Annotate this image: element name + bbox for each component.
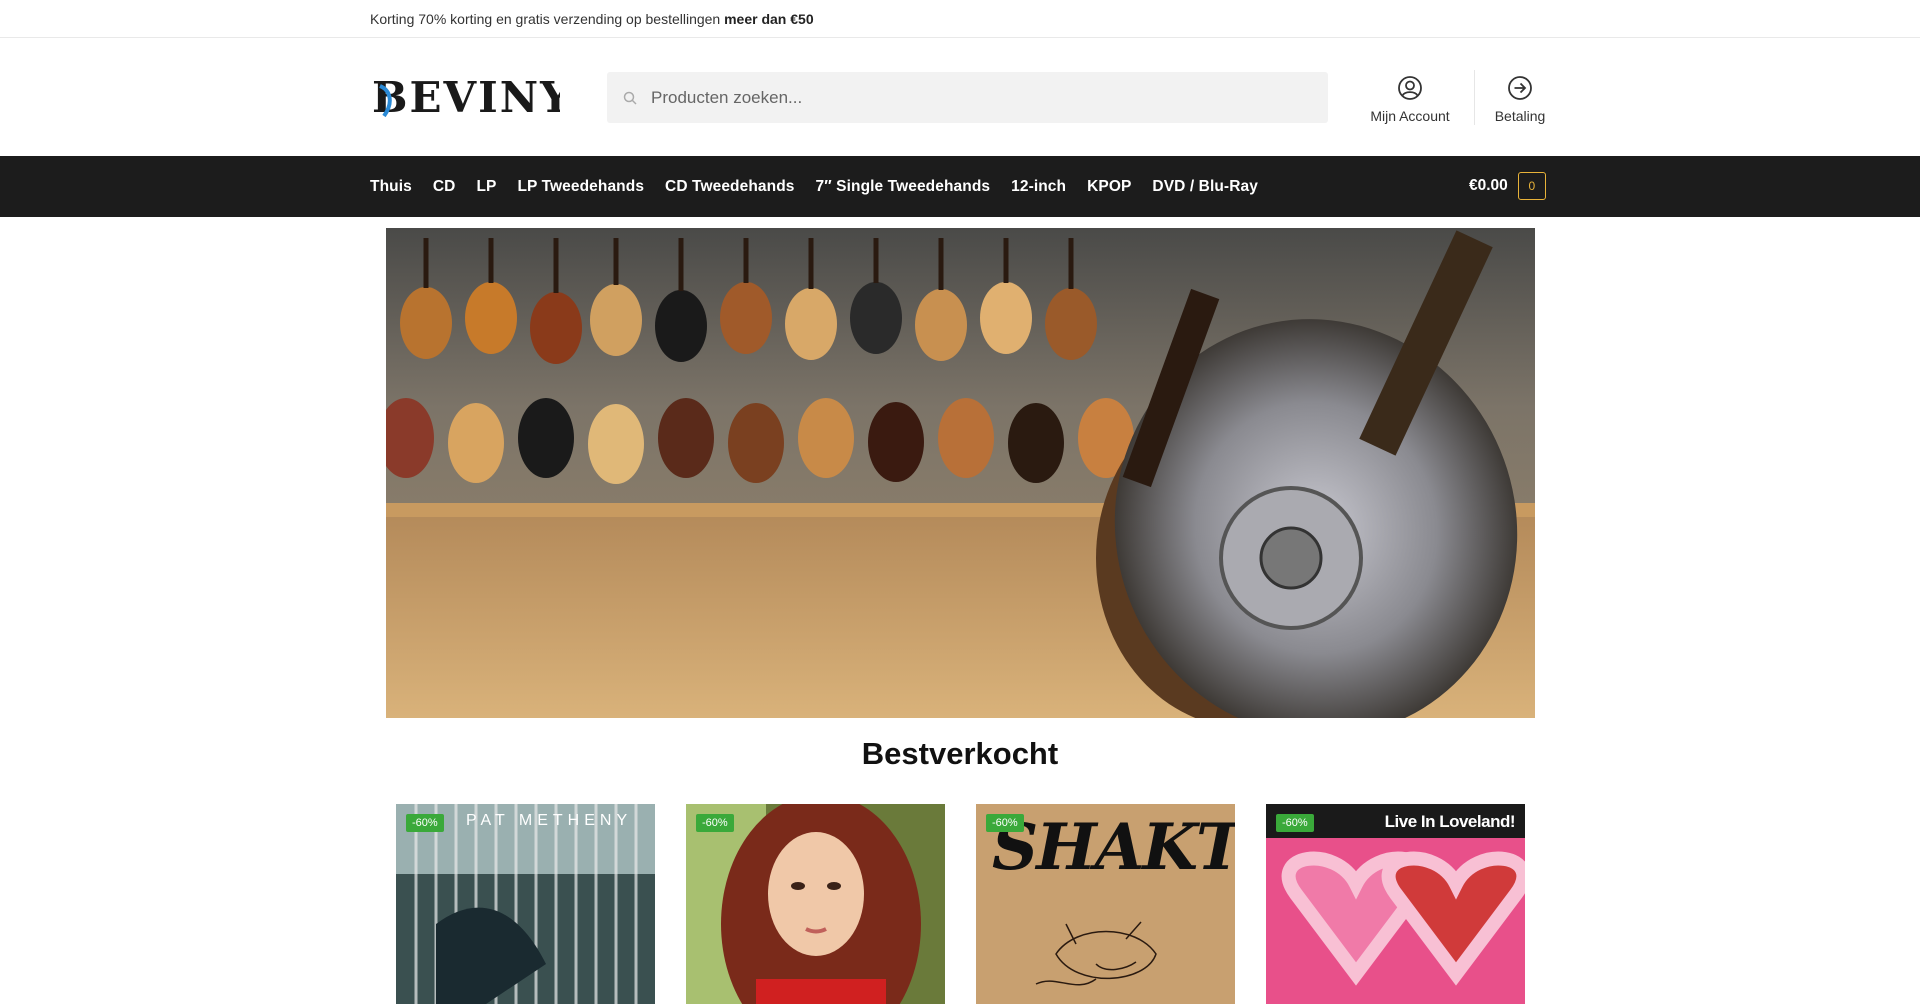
cover-title: Live In Loveland! [1384, 812, 1516, 831]
sale-badge: -60% [696, 814, 734, 832]
promo-bold: meer dan €50 [724, 10, 814, 27]
arrow-right-circle-icon [1508, 76, 1532, 100]
cover-title: SHAKTI [992, 810, 1235, 885]
product-card[interactable]: -60% SHAKTI [976, 804, 1235, 1004]
promo-bar: Korting 70% korting en gratis verzending… [0, 0, 1920, 38]
hero-guitars-image [386, 228, 1535, 718]
checkout-link[interactable]: Betaling [1490, 74, 1550, 124]
nav-menu: Thuis CD LP LP Tweedehands CD Tweedehand… [370, 156, 1279, 217]
product-card[interactable]: -60% PAT METHENY [396, 804, 655, 1004]
hero-banner [386, 228, 1535, 718]
user-icon [1398, 76, 1422, 100]
nav-item-kpop[interactable]: KPOP [1087, 178, 1131, 196]
album-cover-portrait [686, 804, 945, 1004]
nav-item-cd[interactable]: CD [433, 178, 456, 196]
album-cover-pat-metheny [396, 804, 655, 1004]
search-input[interactable] [651, 87, 1291, 108]
cover-title: PAT METHENY [466, 812, 633, 829]
section-title-bestsellers: Bestverkocht [861, 736, 1059, 771]
site-logo[interactable]: BEVINYL [370, 68, 560, 126]
product-card[interactable]: -60% [686, 804, 945, 1004]
cart-total: €0.00 [1469, 177, 1508, 194]
nav-item-home[interactable]: Thuis [370, 178, 412, 196]
search-icon [623, 90, 639, 106]
header-divider [1474, 70, 1475, 125]
checkout-label: Betaling [1494, 108, 1546, 124]
product-grid: -60% PAT METHENY -60% -60% SHAK -60% Liv… [396, 804, 1556, 1004]
main-nav: Thuis CD LP LP Tweedehands CD Tweedehand… [0, 156, 1920, 217]
promo-text: Korting 70% korting en gratis verzending… [370, 11, 1550, 27]
cart-count-badge: 0 [1517, 172, 1546, 200]
nav-item-lp-used[interactable]: LP Tweedehands [517, 178, 644, 196]
album-cover-live-in-loveland [1266, 804, 1525, 1004]
logo-wordmark: BEVINYL [372, 73, 560, 122]
logo-icon: BEVINYL [372, 73, 560, 122]
site-header: BEVINYL Mijn Account Betaling [0, 38, 1920, 156]
nav-item-12-inch[interactable]: 12-inch [1011, 178, 1066, 196]
cart-button[interactable]: €0.00 0 [1469, 172, 1546, 200]
product-card[interactable]: -60% Live In Loveland! [1266, 804, 1525, 1004]
search-bar[interactable] [607, 72, 1328, 123]
nav-item-cd-used[interactable]: CD Tweedehands [665, 178, 794, 196]
my-account-link[interactable]: Mijn Account [1362, 74, 1458, 124]
sale-badge: -60% [406, 814, 444, 832]
my-account-label: Mijn Account [1370, 108, 1450, 124]
nav-item-7-single-used[interactable]: 7″ Single Tweedehands [816, 178, 991, 196]
sale-badge: -60% [1276, 814, 1314, 832]
promo-message: Korting 70% korting en gratis verzending… [370, 10, 725, 27]
nav-item-lp[interactable]: LP [476, 178, 496, 196]
nav-item-dvd-bluray[interactable]: DVD / Blu-Ray [1152, 178, 1258, 196]
sale-badge: -60% [986, 814, 1024, 832]
